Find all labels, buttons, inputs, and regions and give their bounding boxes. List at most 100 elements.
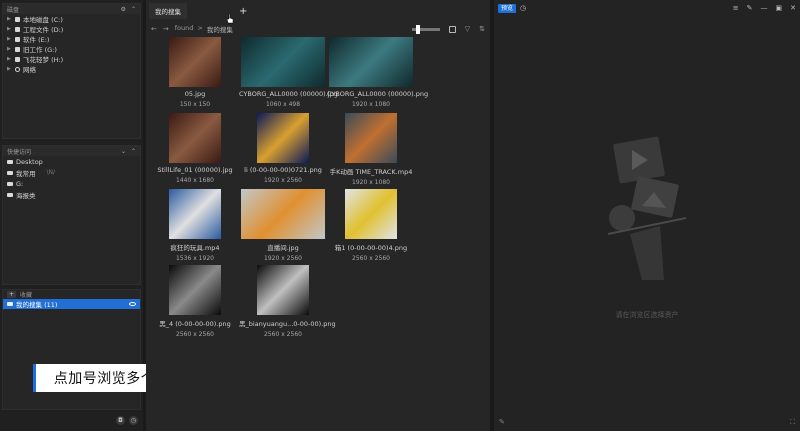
quick-access-item[interactable]: 我常用 \N/ xyxy=(3,167,140,178)
tab-my-collection[interactable]: 我的搜集 xyxy=(149,3,187,19)
file-thumbnail[interactable] xyxy=(169,37,221,87)
expand-arrow-icon[interactable]: ▶ xyxy=(7,66,12,72)
zoom-slider[interactable] xyxy=(411,24,440,34)
disk-item[interactable]: ▶ 软件 (E:) xyxy=(3,34,140,44)
browser-toolbar: ← → found > 我的搜集 ▽ ⇅ xyxy=(146,22,490,36)
collapse-icon[interactable]: ⌃ xyxy=(131,148,136,155)
file-thumbnail[interactable] xyxy=(257,113,309,163)
file-dimensions: 1536 x 1920 xyxy=(176,255,214,262)
disk-item-label: 网络 xyxy=(23,66,36,74)
checkbox-icon[interactable] xyxy=(448,25,456,33)
file-card[interactable]: CYBORG_ALL0000 (00000).jpg 1060 x 498 xyxy=(239,37,338,108)
quick-item-label: 海报类 xyxy=(16,191,36,200)
file-thumbnail[interactable] xyxy=(169,113,221,163)
preview-footer: ✎ ⛶ xyxy=(494,418,800,428)
disk-item[interactable]: ▶ 网络 xyxy=(3,64,140,74)
breadcrumb-current[interactable]: 我的搜集 xyxy=(207,24,233,34)
history-icon[interactable]: ◷ xyxy=(129,415,138,425)
file-card[interactable]: 疯狂的玩具.mp4 1536 x 1920 xyxy=(151,189,239,262)
file-name: 手K动画 TIME_TRACK.mp4 xyxy=(329,168,413,176)
file-card[interactable]: CYBORG_ALL0000 (00000).png 1920 x 1080 xyxy=(327,37,429,108)
file-thumbnail[interactable] xyxy=(329,37,413,87)
expand-arrow-icon[interactable]: ▶ xyxy=(7,16,12,22)
disk-item[interactable]: ▶ 本地磁盘 (C:) xyxy=(3,14,140,24)
preview-button[interactable]: 预览 xyxy=(498,3,517,13)
folder-icon xyxy=(7,192,13,197)
file-card[interactable]: 箱1 (0-00-00-00)4.png 2560 x 2560 xyxy=(327,189,415,262)
back-icon[interactable]: ← xyxy=(151,25,157,33)
eye-icon[interactable] xyxy=(129,302,136,306)
file-card[interactable]: 黑_bianyuangu...0-00-00).png 2560 x 2560 xyxy=(239,265,336,338)
file-thumbnail[interactable] xyxy=(241,37,325,87)
file-thumbnail[interactable] xyxy=(241,189,325,239)
filter-icon[interactable]: ▽ xyxy=(465,25,470,33)
file-dimensions: 2560 x 2560 xyxy=(352,255,390,262)
breadcrumb-root[interactable]: found xyxy=(175,24,194,34)
favorite-item-label: 我的搜集 (11) xyxy=(16,301,58,309)
file-dimensions: 1440 x 1680 xyxy=(176,177,214,184)
file-dimensions: 1920 x 2560 xyxy=(264,177,302,184)
file-name: 箱1 (0-00-00-00)4.png xyxy=(334,244,408,252)
close-icon[interactable]: ✕ xyxy=(790,4,796,12)
quick-access-item[interactable]: G: xyxy=(3,178,140,189)
file-thumbnail[interactable] xyxy=(169,189,221,239)
settings-icon[interactable]: ⚙ xyxy=(121,6,126,13)
browser-panel: 我的搜集 + ← → found > 我的搜集 ▽ ⇅ 05.jpg 150 x … xyxy=(146,0,490,431)
left-bottom-bar: ◘ ◷ xyxy=(2,413,141,427)
file-dimensions: 1920 x 2560 xyxy=(264,255,302,262)
file-name: CYBORG_ALL0000 (00000).jpg xyxy=(239,90,338,98)
favorite-item-my-collection[interactable]: 我的搜集 (11) xyxy=(3,299,140,309)
zoom-slider-knob[interactable] xyxy=(415,24,420,34)
file-card[interactable]: li (0-00-00-00)0721.png 1920 x 2560 xyxy=(239,113,327,184)
file-card[interactable]: 直播间.jpg 1920 x 2560 xyxy=(239,189,327,262)
globe-icon xyxy=(15,66,20,72)
pin-icon[interactable]: ✎ xyxy=(747,4,753,12)
trash-icon[interactable]: ◘ xyxy=(116,415,125,425)
expand-arrow-icon[interactable]: ▶ xyxy=(7,36,12,42)
fullscreen-icon[interactable]: ⛶ xyxy=(790,418,795,428)
file-name: StillLife_01 (00000).jpg xyxy=(157,166,233,174)
expand-arrow-icon[interactable]: ▶ xyxy=(7,46,12,52)
file-card[interactable]: 黑_4 (0-00-00-00).png 2560 x 2560 xyxy=(151,265,239,338)
file-dimensions: 1060 x 498 xyxy=(265,101,301,108)
file-name: 直播间.jpg xyxy=(267,244,299,252)
breadcrumb: found > 我的搜集 xyxy=(175,24,233,34)
minimize-icon[interactable]: — xyxy=(761,4,768,12)
file-card[interactable]: 05.jpg 150 x 150 xyxy=(151,37,239,108)
menu-icon[interactable]: ≡ xyxy=(733,4,739,12)
file-thumbnail[interactable] xyxy=(345,113,397,163)
disk-item[interactable]: ▶ 飞花轻梦 (H:) xyxy=(3,54,140,64)
file-card[interactable]: 手K动画 TIME_TRACK.mp4 1920 x 1080 xyxy=(327,113,415,186)
forward-icon[interactable]: → xyxy=(163,25,169,33)
expand-arrow-icon[interactable]: ▶ xyxy=(7,56,12,62)
disk-item-label: 飞花轻梦 (H:) xyxy=(23,56,64,64)
file-card[interactable]: StillLife_01 (00000).jpg 1440 x 1680 xyxy=(151,113,239,184)
quick-panel-title: 快捷访问 xyxy=(7,148,32,156)
file-thumbnail[interactable] xyxy=(169,265,221,315)
file-thumbnail[interactable] xyxy=(257,265,309,315)
tab-label: 我的搜集 xyxy=(155,8,181,16)
quick-panel-header: 快捷访问 ⌄ ⌃ xyxy=(3,146,140,156)
quick-item-path: \N/ xyxy=(46,169,56,176)
window-icon[interactable]: ▣ xyxy=(776,4,783,12)
expand-arrow-icon[interactable]: ▶ xyxy=(7,26,12,32)
sort-icon[interactable]: ⇅ xyxy=(479,25,485,33)
file-thumbnail[interactable] xyxy=(345,189,397,239)
quick-access-item[interactable]: 海报类 xyxy=(3,189,140,200)
quick-access-item[interactable]: Desktop xyxy=(3,156,140,167)
quick-access-panel: 快捷访问 ⌄ ⌃ Desktop 我常用 \N/G: 海报类 xyxy=(2,145,141,285)
disk-panel-title: 磁盘 xyxy=(7,6,20,14)
history-icon[interactable]: ◷ xyxy=(520,4,526,12)
preview-panel: 预览 ◷ ≡ ✎ — ▣ ✕ 请在浏览区选择资产 ✎ ⛶ xyxy=(494,0,800,431)
disk-item-label: 工程文件 (D:) xyxy=(23,26,64,34)
disk-item[interactable]: ▶ 旧工作 (G:) xyxy=(3,44,140,54)
file-name: li (0-00-00-00)0721.png xyxy=(244,166,322,174)
file-name: 黑_4 (0-00-00-00).png xyxy=(159,320,231,328)
disk-item[interactable]: ▶ 工程文件 (D:) xyxy=(3,24,140,34)
add-favorite-button[interactable]: + xyxy=(7,291,16,298)
edit-icon[interactable]: ✎ xyxy=(499,418,505,428)
collapse-icon[interactable]: ⌃ xyxy=(131,6,136,13)
add-tab-button[interactable]: + xyxy=(239,6,247,17)
chevron-down-icon[interactable]: ⌄ xyxy=(121,148,126,155)
file-name: CYBORG_ALL0000 (00000).png xyxy=(327,90,429,98)
